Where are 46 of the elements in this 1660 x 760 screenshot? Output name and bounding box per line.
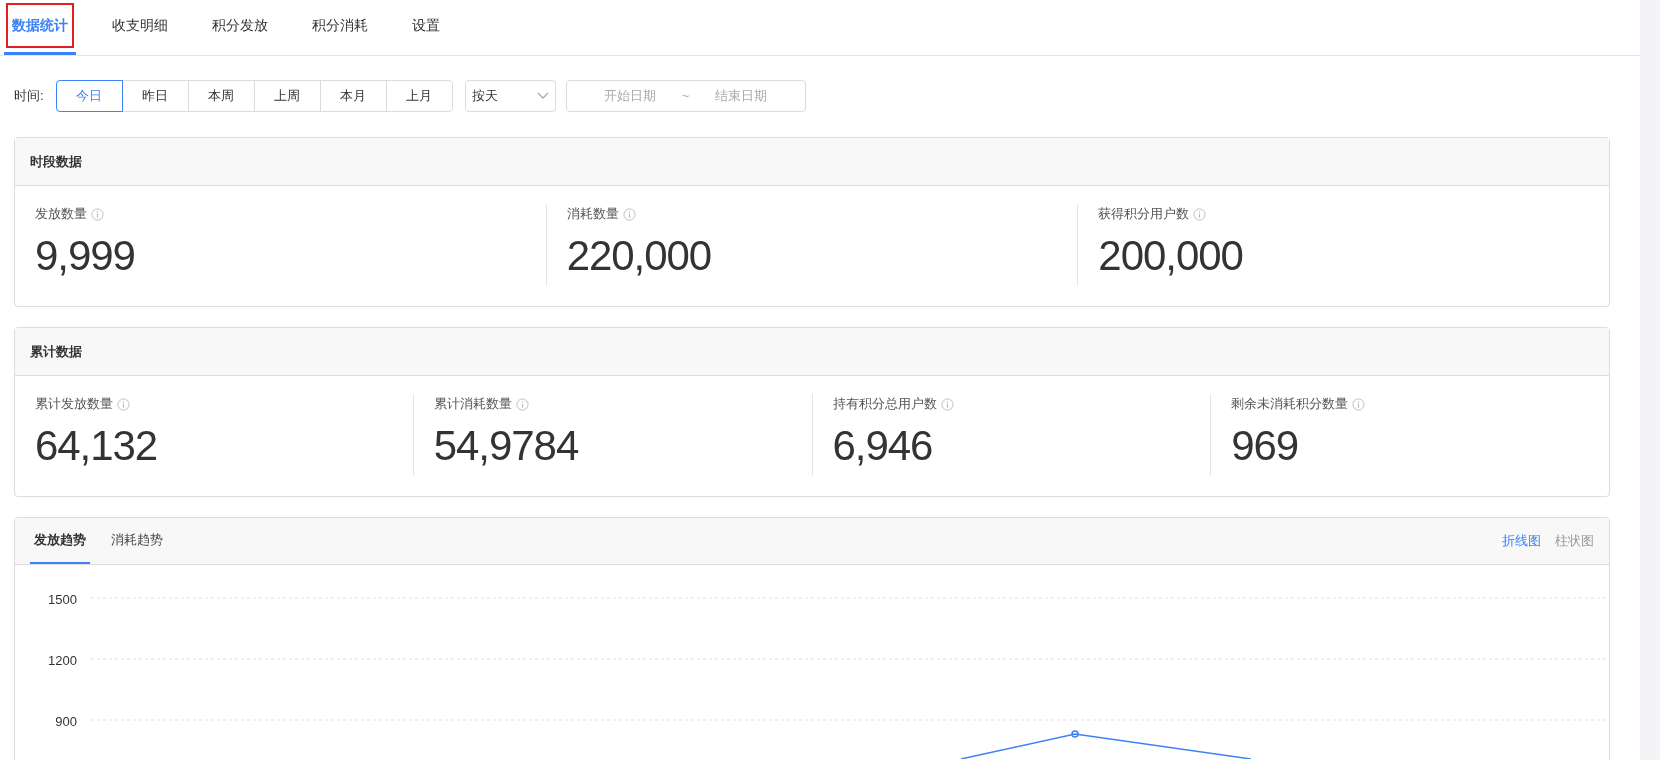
stat-label: 剩余未消耗积分数量 <box>1231 395 1349 414</box>
nav-tab[interactable]: 数据统计 <box>4 0 76 55</box>
info-icon <box>117 397 130 411</box>
stat-value: 9,999 <box>35 231 136 281</box>
nav-tab[interactable]: 设置 <box>404 0 448 55</box>
stat-label: 持有积分总用户数 <box>832 395 937 414</box>
date-range-button[interactable]: 本月 <box>319 80 387 112</box>
granularity-select[interactable]: 按天 <box>464 80 556 112</box>
trend-tab[interactable]: 消耗趋势 <box>107 518 167 564</box>
stat-value: 64,132 <box>35 421 159 471</box>
info-icon <box>91 207 104 221</box>
stat-label: 累计发放数量 <box>35 395 113 414</box>
stat-value: 6,946 <box>832 421 934 471</box>
chart-type-link[interactable]: 折线图 <box>1502 531 1541 551</box>
stat-label: 发放数量 <box>35 205 87 224</box>
stat-label: 获得积分用户数 <box>1098 205 1190 224</box>
stat-value: 220,000 <box>566 231 713 281</box>
panel-title: 时段数据 <box>30 152 82 171</box>
chevron-down-icon <box>536 92 549 100</box>
y-axis-label: 1500 <box>48 591 77 609</box>
nav-tab[interactable]: 收支明细 <box>104 0 176 55</box>
panel-title: 累计数据 <box>30 342 82 361</box>
info-icon <box>1352 397 1366 411</box>
range-separator: ~ <box>681 87 690 106</box>
info-icon <box>515 397 529 411</box>
date-range-button[interactable]: 昨日 <box>121 80 189 112</box>
y-axis-label: 900 <box>55 713 77 731</box>
stat-label: 累计消耗数量 <box>433 395 512 414</box>
info-icon <box>1193 207 1207 221</box>
y-axis-label: 1200 <box>48 652 77 670</box>
end-date-input[interactable]: 结束日期 <box>706 86 777 106</box>
info-icon <box>622 207 636 221</box>
date-range-button[interactable]: 今日 <box>55 80 123 112</box>
start-date-input[interactable]: 开始日期 <box>595 86 665 106</box>
stat-label: 消耗数量 <box>566 205 619 224</box>
nav-tab[interactable]: 积分发放 <box>204 0 276 55</box>
nav-tab[interactable]: 积分消耗 <box>304 0 376 55</box>
date-range-button[interactable]: 上周 <box>253 80 321 112</box>
stat-value: 200,000 <box>1098 231 1244 281</box>
date-range-button[interactable]: 本周 <box>187 80 255 112</box>
stat-value: 54,9784 <box>433 421 580 471</box>
trend-tab[interactable]: 发放趋势 <box>30 518 90 564</box>
date-range-button[interactable]: 上月 <box>385 80 453 112</box>
filter-label: 时间: <box>14 87 44 106</box>
stat-value: 969 <box>1231 421 1300 471</box>
info-icon <box>940 397 954 411</box>
